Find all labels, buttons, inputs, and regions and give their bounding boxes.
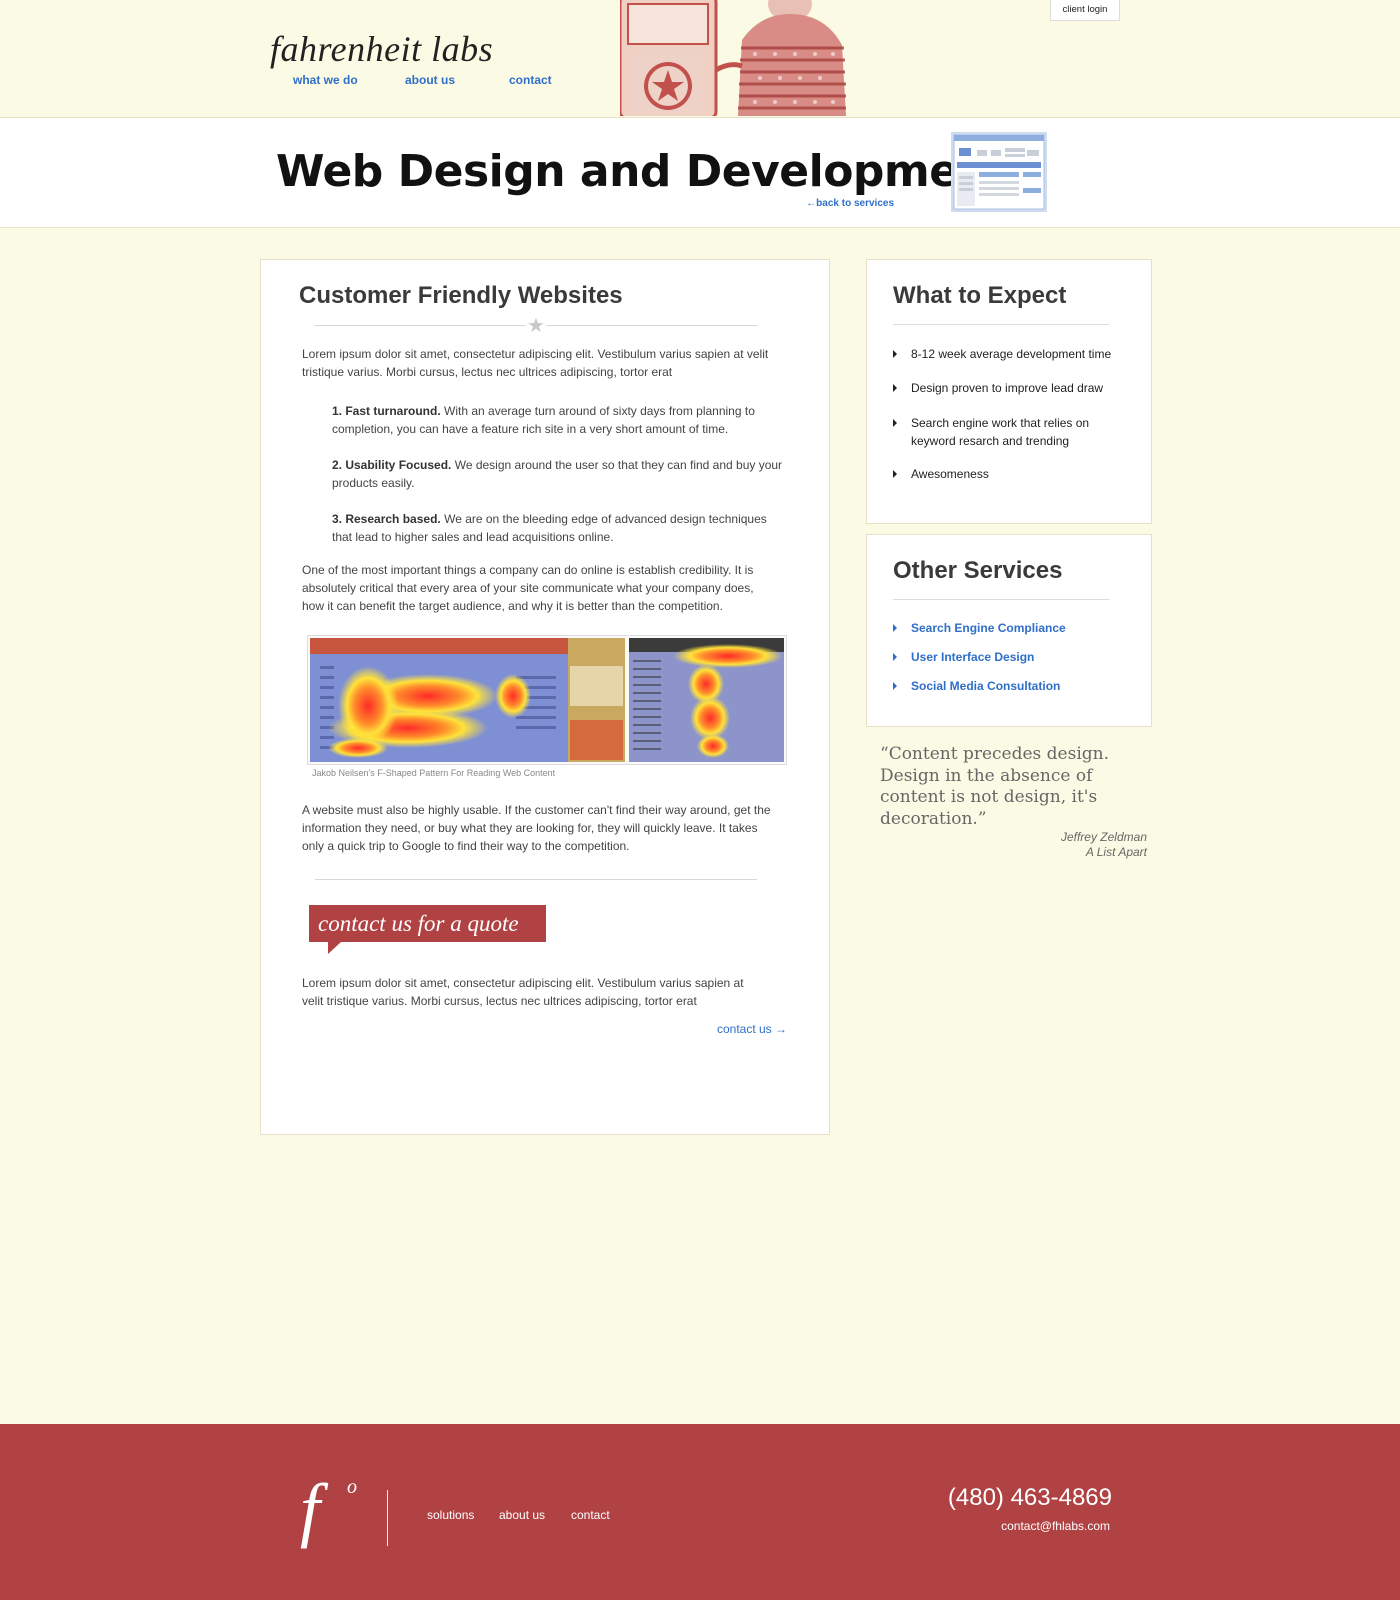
- divider: [315, 879, 757, 880]
- divider: [893, 599, 1109, 600]
- list-item: Awesomeness: [893, 465, 1126, 483]
- footer-nav-solutions[interactable]: solutions: [427, 1508, 474, 1522]
- quote-tab-tail: [328, 942, 341, 954]
- service-link-ui-design[interactable]: User Interface Design: [893, 648, 1126, 666]
- quote-source: A List Apart: [1085, 845, 1147, 859]
- outro-paragraph: Lorem ipsum dolor sit amet, consectetur …: [302, 976, 744, 1008]
- quote-author: Jeffrey Zeldman: [1060, 830, 1147, 844]
- footer-nav-contact[interactable]: contact: [571, 1508, 610, 1522]
- client-login-button[interactable]: client login: [1050, 0, 1120, 21]
- bullet-arrow-icon: [893, 419, 897, 427]
- contact-us-link[interactable]: contact us →: [679, 1022, 787, 1036]
- list-item-title: 3. Research based.: [332, 512, 441, 526]
- footer-phone: (480) 463-4869: [947, 1484, 1112, 1511]
- footer-nav-about-us[interactable]: about us: [499, 1508, 545, 1522]
- other-services-box: Other Services Search Engine Compliance …: [866, 534, 1152, 727]
- star-divider-icon: ★: [527, 315, 545, 337]
- footer-divider: [387, 1490, 388, 1546]
- star-divider: ★: [315, 315, 757, 337]
- list-item-title: 2. Usability Focused.: [332, 458, 452, 472]
- usability-paragraph: A website must also be highly usable. If…: [302, 803, 771, 853]
- bullet-arrow-icon: [893, 653, 897, 661]
- what-to-expect-heading: What to Expect: [893, 282, 1067, 309]
- divider: [893, 324, 1109, 325]
- list-item: 2. Usability Focused. We design around t…: [332, 456, 787, 492]
- service-link-social-media[interactable]: Social Media Consultation: [893, 677, 1126, 695]
- bullet-arrow-icon: [893, 350, 897, 358]
- footer-email-link[interactable]: contact@fhlabs.com: [900, 1519, 1110, 1533]
- quote-attribution: Jeffrey Zeldman A List Apart: [960, 830, 1147, 860]
- nav-about-us[interactable]: about us: [405, 73, 455, 87]
- back-to-services-link[interactable]: ←back to services: [760, 198, 894, 209]
- list-item: 8-12 week average development time: [893, 345, 1126, 363]
- vintage-gas-pump-illustration: [620, 0, 850, 116]
- what-to-expect-box: What to Expect 8-12 week average develop…: [866, 259, 1152, 524]
- heatmap-image: [307, 635, 787, 765]
- nav-contact[interactable]: contact: [509, 73, 552, 87]
- website-thumbnail-icon: [951, 132, 1047, 212]
- main-content-card: Customer Friendly Websites ★ Lorem ipsum…: [260, 259, 830, 1135]
- service-link-search-engine[interactable]: Search Engine Compliance: [893, 619, 1126, 637]
- bullet-arrow-icon: [893, 384, 897, 392]
- title-band: Web Design and Development ←back to serv…: [0, 118, 1400, 228]
- site-footer: f o solutions about us contact (480) 463…: [0, 1424, 1400, 1600]
- list-item: Design proven to improve lead draw: [893, 379, 1126, 397]
- list-item-title: 1. Fast turnaround.: [332, 404, 441, 418]
- site-header: fahrenheit labs what we do about us cont…: [0, 0, 1400, 118]
- list-item: 1. Fast turnaround. With an average turn…: [332, 402, 787, 438]
- page-title: Web Design and Development: [276, 146, 1010, 197]
- contact-quote-tab[interactable]: contact us for a quote: [309, 905, 546, 942]
- bullet-arrow-icon: [893, 682, 897, 690]
- intro-paragraph: Lorem ipsum dolor sit amet, consectetur …: [302, 347, 769, 379]
- list-item: Search engine work that relies on keywor…: [893, 414, 1111, 450]
- bullet-arrow-icon: [893, 470, 897, 478]
- footer-logo-degree: o: [347, 1476, 357, 1498]
- bullet-arrow-icon: [893, 624, 897, 632]
- image-caption: Jakob Neilsen's F-Shaped Pattern For Rea…: [312, 768, 556, 778]
- site-logo[interactable]: fahrenheit labs: [270, 28, 493, 70]
- credibility-paragraph: One of the most important things a compa…: [302, 563, 754, 613]
- pull-quote: “Content precedes design. Design in the …: [880, 744, 1110, 829]
- section-heading: Customer Friendly Websites: [299, 282, 623, 309]
- nav-what-we-do[interactable]: what we do: [293, 73, 358, 87]
- footer-logo[interactable]: f: [300, 1469, 320, 1549]
- other-services-heading: Other Services: [893, 557, 1063, 584]
- list-item: 3. Research based. We are on the bleedin…: [332, 510, 787, 546]
